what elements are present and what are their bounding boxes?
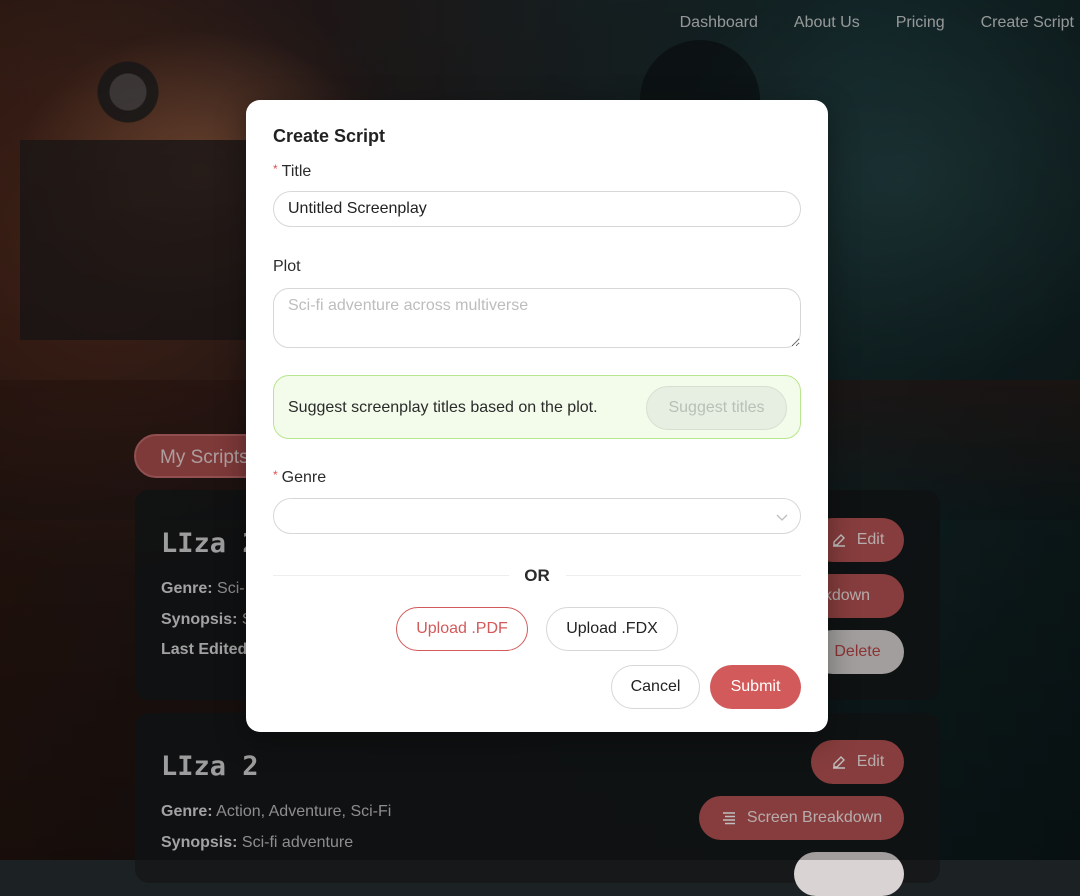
cancel-button[interactable]: Cancel (611, 665, 700, 709)
plot-textarea[interactable] (273, 288, 801, 348)
modal-title: Create Script (273, 126, 386, 146)
title-label: * Title (273, 162, 312, 180)
suggest-titles-text: Suggest screenplay titles based on the p… (288, 399, 598, 416)
upload-fdx-button[interactable]: Upload .FDX (546, 607, 678, 651)
submit-button[interactable]: Submit (710, 665, 801, 709)
create-script-modal: Create Script *Title Plot Suggest screen… (246, 100, 828, 732)
upload-pdf-button[interactable]: Upload .PDF (396, 607, 528, 651)
title-input[interactable] (273, 191, 801, 227)
suggest-titles-button[interactable]: Suggest titles (646, 386, 787, 430)
plot-label: Plot (273, 258, 301, 275)
genre-select[interactable] (273, 498, 801, 534)
or-separator: OR (524, 566, 550, 585)
required-mark: * (273, 162, 278, 176)
suggest-titles-panel: Suggest screenplay titles based on the p… (273, 375, 801, 439)
genre-label: * Genre (273, 468, 327, 486)
chevron-down-icon (776, 514, 788, 521)
required-mark: * (273, 468, 278, 482)
